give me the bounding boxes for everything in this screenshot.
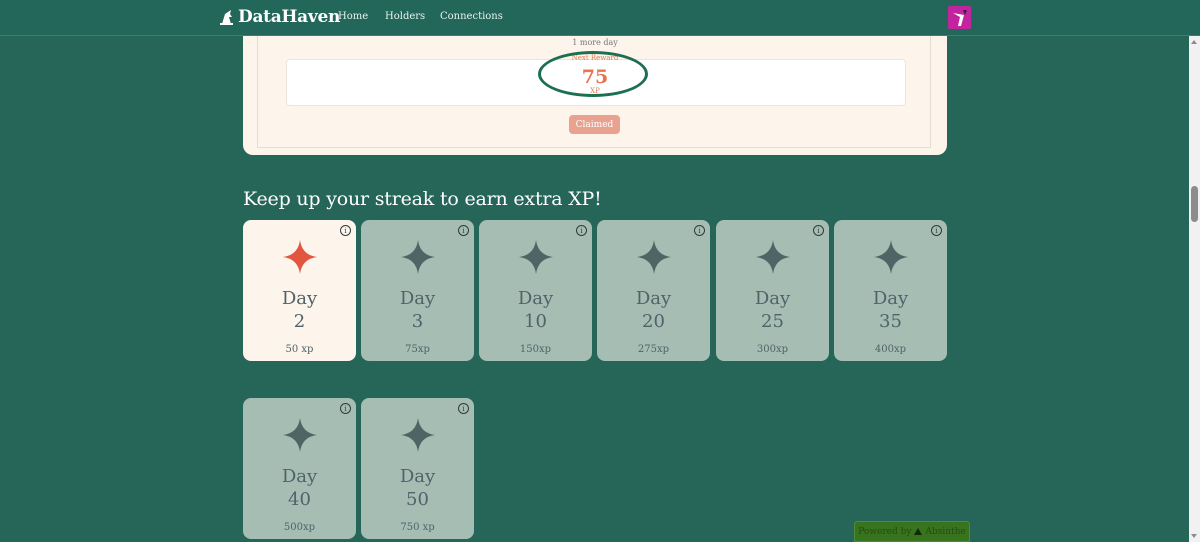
day-label: Day (754, 288, 791, 309)
powered-by-text: Powered by (858, 526, 912, 537)
day-number: 35 (879, 311, 902, 332)
day-label: Day (399, 288, 436, 309)
one-more-day-text: 1 more day (572, 38, 618, 47)
sparkle-star-icon (283, 240, 317, 274)
info-icon[interactable]: i (458, 403, 469, 414)
user-avatar[interactable] (948, 6, 971, 29)
streak-card-day-2[interactable]: i Day 2 50 xp (243, 220, 356, 361)
day-number: 2 (293, 311, 306, 332)
day-label: Day (635, 288, 672, 309)
brand-logo[interactable]: DataHaven (220, 7, 340, 27)
nav-link-holders[interactable]: Holders (385, 11, 425, 22)
brand-icon (220, 10, 233, 25)
scroll-up-arrow-icon[interactable] (1191, 40, 1197, 44)
day-number: 20 (642, 311, 665, 332)
info-icon[interactable]: i (931, 225, 942, 236)
info-icon[interactable]: i (813, 225, 824, 236)
scroll-down-arrow-icon[interactable] (1191, 534, 1197, 538)
streak-card-day-35[interactable]: i Day 35 400xp (834, 220, 947, 361)
info-icon[interactable]: i (458, 225, 469, 236)
nav-link-connections[interactable]: Connections (440, 11, 503, 22)
day-label: Day (399, 466, 436, 487)
day-number: 25 (761, 311, 784, 332)
avatar-icon (948, 6, 971, 29)
streak-card-day-40[interactable]: i Day 40 500xp (243, 398, 356, 539)
day-xp: 50 xp (285, 344, 314, 355)
nav-link-home[interactable]: Home (338, 11, 368, 22)
sparkle-star-icon (756, 240, 790, 274)
brand-name: DataHaven (238, 7, 341, 27)
sparkle-star-icon (401, 418, 435, 452)
info-icon[interactable]: i (694, 225, 705, 236)
top-navbar: DataHaven Home Holders Connections (0, 0, 1200, 36)
day-label: Day (281, 466, 318, 487)
streak-card-day-25[interactable]: i Day 25 300xp (716, 220, 829, 361)
sparkle-star-icon (519, 240, 553, 274)
day-label: Day (281, 288, 318, 309)
streak-heading: Keep up your streak to earn extra XP! (243, 188, 602, 210)
absinthe-logo-icon (914, 528, 923, 535)
info-icon[interactable]: i (576, 225, 587, 236)
info-icon[interactable]: i (340, 403, 351, 414)
claimed-button[interactable]: Claimed (569, 115, 620, 134)
sparkle-star-icon (283, 418, 317, 452)
streak-card-day-50[interactable]: i Day 50 750 xp (361, 398, 474, 539)
highlight-ring (538, 51, 648, 97)
day-label: Day (872, 288, 909, 309)
page-scrollbar[interactable] (1189, 36, 1200, 542)
sparkle-star-icon (874, 240, 908, 274)
day-label: Day (517, 288, 554, 309)
powered-by-badge[interactable]: Powered by Absinthe (854, 521, 970, 542)
day-xp: 275xp (637, 344, 670, 355)
day-xp: 300xp (756, 344, 789, 355)
streak-card-day-20[interactable]: i Day 20 275xp (597, 220, 710, 361)
day-xp: 150xp (519, 344, 552, 355)
powered-by-brand: Absinthe (925, 526, 966, 537)
sparkle-star-icon (401, 240, 435, 274)
sparkle-star-icon (637, 240, 671, 274)
streak-card-day-10[interactable]: i Day 10 150xp (479, 220, 592, 361)
day-number: 40 (288, 489, 311, 510)
streak-card-day-3[interactable]: i Day 3 75xp (361, 220, 474, 361)
day-xp: 500xp (283, 522, 316, 533)
day-number: 3 (411, 311, 424, 332)
day-number: 50 (406, 489, 429, 510)
info-icon[interactable]: i (340, 225, 351, 236)
day-xp: 75xp (405, 344, 430, 355)
scrollbar-thumb[interactable] (1191, 186, 1198, 222)
day-number: 10 (524, 311, 547, 332)
day-xp: 750 xp (400, 522, 435, 533)
day-xp: 400xp (874, 344, 907, 355)
